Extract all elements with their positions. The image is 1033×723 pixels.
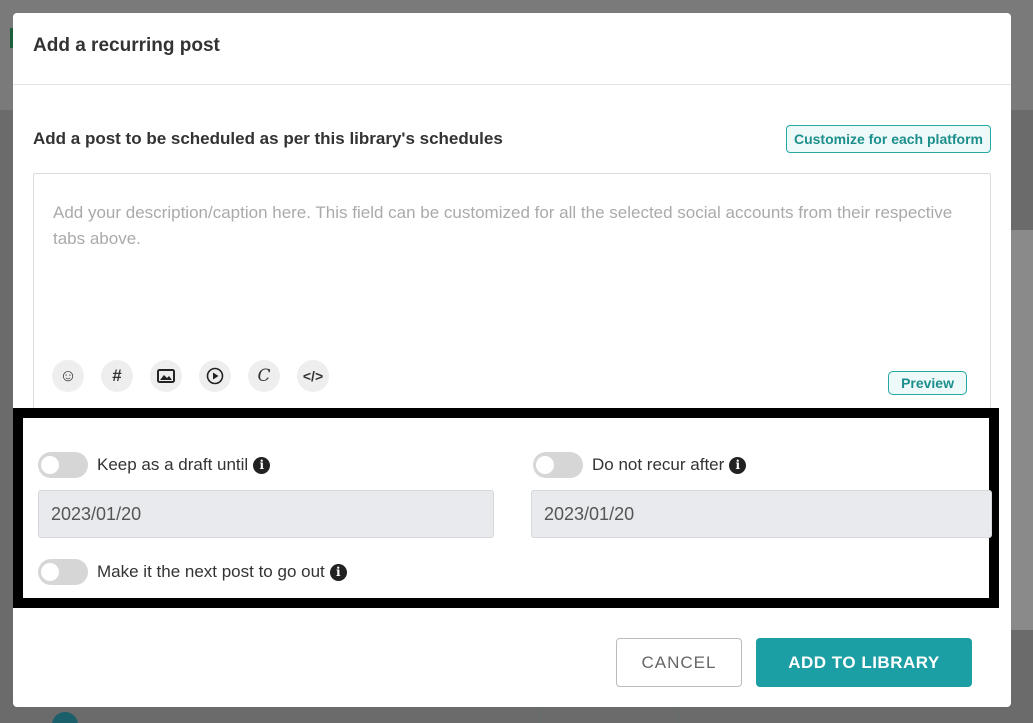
hashtag-icon[interactable]: # <box>101 360 133 392</box>
post-editor: ☺ # C </> Preview <box>33 173 991 412</box>
draft-toggle[interactable] <box>38 452 88 478</box>
canva-icon[interactable]: C <box>248 360 280 392</box>
preview-button[interactable]: Preview <box>888 371 967 395</box>
post-options-panel: Keep as a draft until i 2023/01/20 Do no… <box>13 408 999 608</box>
next-post-option: Make it the next post to go out i <box>38 559 347 585</box>
modal-title: Add a recurring post <box>33 35 220 56</box>
info-icon: i <box>729 456 747 474</box>
modal-header: Add a recurring post <box>13 13 1011 85</box>
section-header: Add a post to be scheduled as per this l… <box>33 123 991 155</box>
recur-option: Do not recur after i <box>533 452 747 478</box>
editor-toolbar: ☺ # C </> <box>52 360 329 392</box>
info-icon: i <box>253 456 271 474</box>
draft-label: Keep as a draft until <box>97 455 249 474</box>
code-icon[interactable]: </> <box>297 360 329 392</box>
cancel-button[interactable]: CANCEL <box>616 638 742 687</box>
recur-date-field[interactable]: 2023/01/20 <box>531 490 992 538</box>
recur-label: Do not recur after <box>592 455 725 474</box>
recur-toggle[interactable] <box>533 452 583 478</box>
draft-option: Keep as a draft until i <box>38 452 271 478</box>
image-icon[interactable] <box>150 360 182 392</box>
video-icon[interactable] <box>199 360 231 392</box>
section-title: Add a post to be scheduled as per this l… <box>33 129 503 148</box>
image-icon-graphic <box>157 369 175 383</box>
next-post-label: Make it the next post to go out <box>97 562 325 581</box>
video-icon-graphic <box>206 367 224 385</box>
draft-date-field[interactable]: 2023/01/20 <box>38 490 494 538</box>
emoji-icon[interactable]: ☺ <box>52 360 84 392</box>
info-icon: i <box>329 563 347 581</box>
next-post-toggle[interactable] <box>38 559 88 585</box>
customize-platform-button[interactable]: Customize for each platform <box>785 125 991 153</box>
add-to-library-button[interactable]: ADD TO LIBRARY <box>756 638 972 687</box>
background-button <box>540 706 678 723</box>
caption-input[interactable] <box>34 174 990 349</box>
